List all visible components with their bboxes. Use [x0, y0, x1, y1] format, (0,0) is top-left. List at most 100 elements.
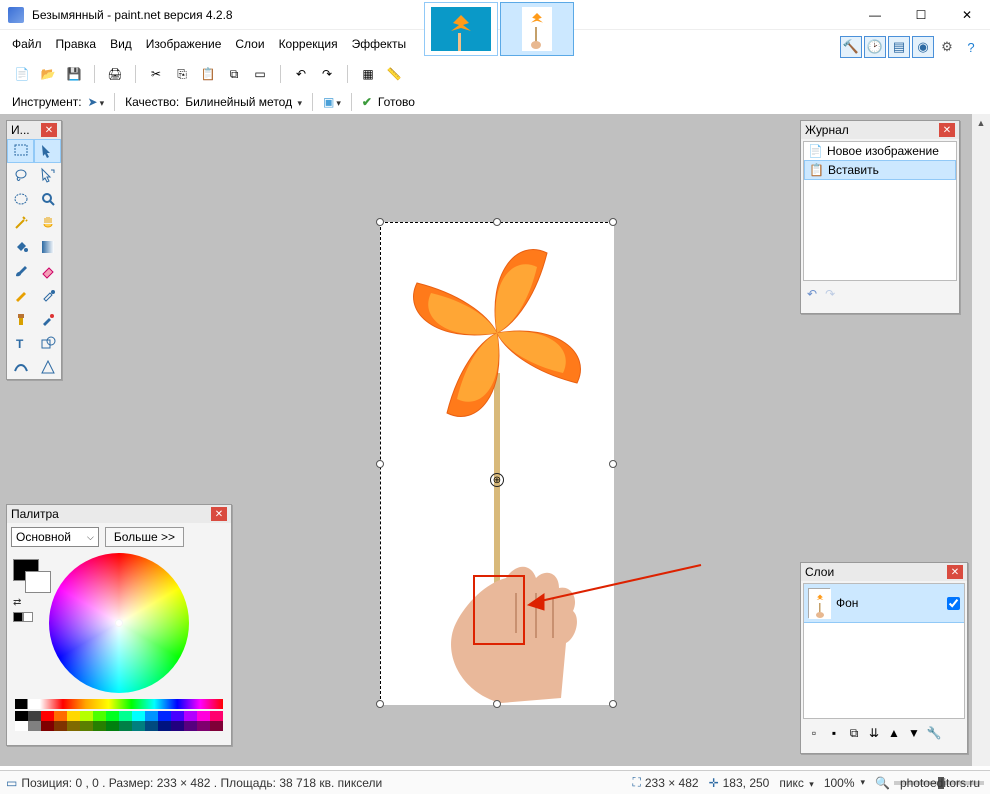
tool-options-bar: Инструмент: ➤▾ Качество: Билинейный мето…: [0, 88, 990, 116]
pivot-icon[interactable]: ⊕: [490, 473, 504, 487]
save-icon[interactable]: 💾: [64, 64, 84, 84]
tool-pencil[interactable]: [7, 283, 34, 307]
palette-more-button[interactable]: Больше >>: [105, 527, 184, 547]
colors-window-icon[interactable]: ◉: [912, 36, 934, 58]
tool-move-selection[interactable]: [34, 139, 61, 163]
history-window-icon[interactable]: 🕑: [864, 36, 886, 58]
layers-panel[interactable]: Слои ✕ Фон ▫ ▪ ⧉ ⇊ ▲ ▼ 🔧: [800, 562, 968, 754]
color-wheel[interactable]: [49, 553, 189, 693]
tool-text[interactable]: T: [7, 331, 34, 355]
ruler-icon[interactable]: 📏: [384, 64, 404, 84]
tools-window-icon[interactable]: 🔨: [840, 36, 862, 58]
status-ready: Готово: [378, 95, 415, 109]
menu-file[interactable]: Файл: [12, 37, 42, 51]
thumb-doc-1[interactable]: [424, 2, 498, 56]
layers-title: Слои: [805, 565, 834, 579]
layer-visible-checkbox[interactable]: [947, 597, 960, 610]
help-icon[interactable]: ?: [960, 36, 982, 58]
menu-effects[interactable]: Эффекты: [352, 37, 407, 51]
tool-line[interactable]: [7, 355, 34, 379]
grid-icon[interactable]: ▦: [358, 64, 378, 84]
settings-icon[interactable]: ⚙: [936, 36, 958, 58]
tool-magic-wand[interactable]: [7, 211, 34, 235]
tool-shape-outline[interactable]: [34, 355, 61, 379]
tool-recolor[interactable]: [34, 307, 61, 331]
add-layer-icon[interactable]: ▫: [805, 724, 823, 742]
window-title: Безымянный - paint.net версия 4.2.8: [32, 8, 233, 22]
vertical-scrollbar[interactable]: ▲: [972, 114, 990, 766]
color-wheel-cursor[interactable]: [115, 619, 123, 627]
tool-clone[interactable]: [7, 307, 34, 331]
move-up-icon[interactable]: ▲: [885, 724, 903, 742]
menu-image[interactable]: Изображение: [146, 37, 222, 51]
tool-color-picker[interactable]: [34, 283, 61, 307]
hue-strip[interactable]: [15, 699, 223, 709]
tool-ellipse-select[interactable]: [7, 187, 34, 211]
palette-close-icon[interactable]: ✕: [211, 507, 227, 521]
open-icon[interactable]: 📂: [38, 64, 58, 84]
scroll-up-icon[interactable]: ▲: [972, 114, 990, 132]
menu-layers[interactable]: Слои: [235, 37, 264, 51]
history-item-paste[interactable]: 📋 Вставить: [804, 160, 956, 180]
color-mode-select[interactable]: Основной⌵: [11, 527, 99, 547]
cursor-pos-icon: ✛: [709, 776, 719, 790]
history-redo-icon[interactable]: ↷: [825, 287, 835, 301]
history-item-new[interactable]: 📄 Новое изображение: [804, 142, 956, 160]
layer-row[interactable]: Фон: [804, 584, 964, 623]
tool-shapes[interactable]: [34, 331, 61, 355]
tools-panel-close-icon[interactable]: ✕: [41, 123, 57, 137]
tool-fill[interactable]: [7, 235, 34, 259]
layer-name: Фон: [836, 596, 858, 610]
new-icon[interactable]: 📄: [12, 64, 32, 84]
tool-zoom[interactable]: [34, 187, 61, 211]
swatch-row-1[interactable]: [15, 711, 223, 721]
minimize-button[interactable]: —: [852, 0, 898, 30]
layer-props-icon[interactable]: 🔧: [925, 724, 943, 742]
paste-icon[interactable]: 📋: [198, 64, 218, 84]
tool-eraser[interactable]: [34, 259, 61, 283]
delete-layer-icon[interactable]: ▪: [825, 724, 843, 742]
redo-icon[interactable]: ↷: [317, 64, 337, 84]
selection-info-icon: ▭: [6, 776, 17, 790]
duplicate-layer-icon[interactable]: ⧉: [845, 724, 863, 742]
tool-move-pixels[interactable]: [34, 163, 61, 187]
tools-panel[interactable]: И... ✕ T: [6, 120, 62, 380]
utility-icons: 🔨 🕑 ▤ ◉ ⚙ ?: [840, 36, 982, 58]
doc-icon: 📄: [808, 144, 823, 158]
cut-icon[interactable]: ✂: [146, 64, 166, 84]
tool-lasso[interactable]: [7, 163, 34, 187]
menu-view[interactable]: Вид: [110, 37, 132, 51]
sampling-icon[interactable]: ▣▾: [323, 95, 341, 109]
secondary-color-swatch[interactable]: [25, 571, 51, 593]
tool-brush[interactable]: [7, 259, 34, 283]
thumb-doc-2[interactable]: [500, 2, 574, 56]
zoom-out-icon[interactable]: 🔍: [875, 776, 890, 790]
tool-picker[interactable]: ➤▾: [88, 95, 105, 109]
credit-text: photoeditors.ru: [900, 776, 980, 790]
status-cursor: 183, 250: [723, 776, 770, 790]
maximize-button[interactable]: ☐: [898, 0, 944, 30]
close-button[interactable]: ✕: [944, 0, 990, 30]
menu-adjust[interactable]: Коррекция: [279, 37, 338, 51]
layers-window-icon[interactable]: ▤: [888, 36, 910, 58]
tool-pan[interactable]: [34, 211, 61, 235]
undo-icon[interactable]: ↶: [291, 64, 311, 84]
deselect-icon[interactable]: ▭: [250, 64, 270, 84]
units-dropdown[interactable]: пикс ▾: [779, 776, 813, 790]
quality-value[interactable]: Билинейный метод ▾: [185, 95, 302, 109]
history-panel[interactable]: Журнал ✕ 📄 Новое изображение 📋 Вставить …: [800, 120, 960, 314]
merge-down-icon[interactable]: ⇊: [865, 724, 883, 742]
history-close-icon[interactable]: ✕: [939, 123, 955, 137]
palette-panel[interactable]: Палитра ✕ Основной⌵ Больше >> ⇄: [6, 504, 232, 746]
history-undo-icon[interactable]: ↶: [807, 287, 817, 301]
swatch-row-2[interactable]: [15, 721, 223, 731]
crop-icon[interactable]: ⧉: [224, 64, 244, 84]
menu-edit[interactable]: Правка: [56, 37, 97, 51]
history-title: Журнал: [805, 123, 849, 137]
tool-gradient[interactable]: [34, 235, 61, 259]
tool-rect-select[interactable]: [7, 139, 34, 163]
layers-close-icon[interactable]: ✕: [947, 565, 963, 579]
move-down-icon[interactable]: ▼: [905, 724, 923, 742]
copy-icon[interactable]: ⎘: [172, 64, 192, 84]
print-icon[interactable]: 🖨: [105, 64, 125, 84]
